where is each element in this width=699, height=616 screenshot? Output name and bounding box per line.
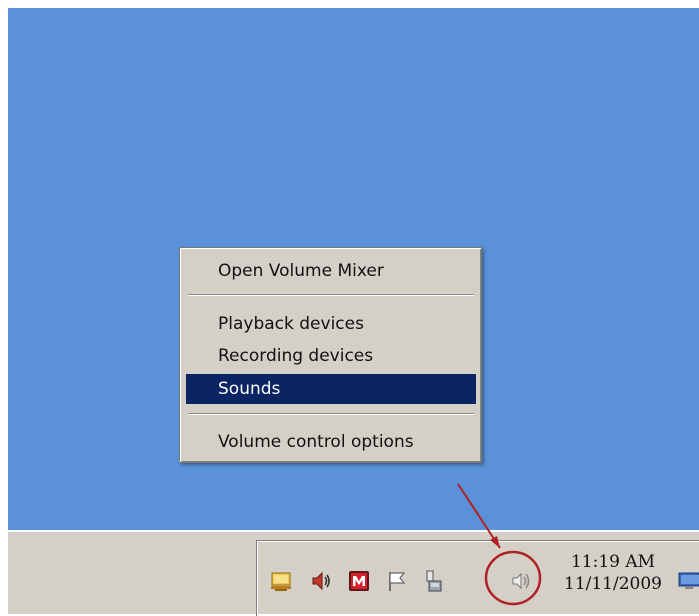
menu-item-recording-devices[interactable]: Recording devices bbox=[186, 341, 476, 371]
menu-item-volume-control-options[interactable]: Volume control options bbox=[186, 427, 476, 457]
menu-separator bbox=[188, 294, 474, 296]
system-tray: 11:19 AM 11/11/2009 bbox=[256, 540, 699, 616]
menu-item-sounds[interactable]: Sounds bbox=[186, 374, 476, 404]
menu-separator bbox=[188, 413, 474, 415]
clock-date: 11/11/2009 bbox=[564, 574, 662, 594]
show-desktop-icon[interactable] bbox=[677, 570, 699, 590]
flag-icon[interactable] bbox=[385, 569, 409, 593]
volume-context-menu: Open Volume Mixer Playback devices Recor… bbox=[179, 247, 482, 463]
clock[interactable]: 11:19 AM 11/11/2009 bbox=[553, 551, 673, 595]
clock-time: 11:19 AM bbox=[570, 552, 656, 572]
taskbar: 11:19 AM 11/11/2009 bbox=[8, 530, 699, 616]
volume-icon[interactable] bbox=[509, 569, 533, 593]
network-monitor-icon[interactable] bbox=[269, 569, 293, 593]
menu-item-open-volume-mixer[interactable]: Open Volume Mixer bbox=[186, 256, 476, 286]
device-icon[interactable] bbox=[423, 569, 447, 593]
speaker-icon[interactable] bbox=[309, 569, 333, 593]
menu-item-playback-devices[interactable]: Playback devices bbox=[186, 309, 476, 339]
m-app-icon[interactable] bbox=[347, 569, 371, 593]
